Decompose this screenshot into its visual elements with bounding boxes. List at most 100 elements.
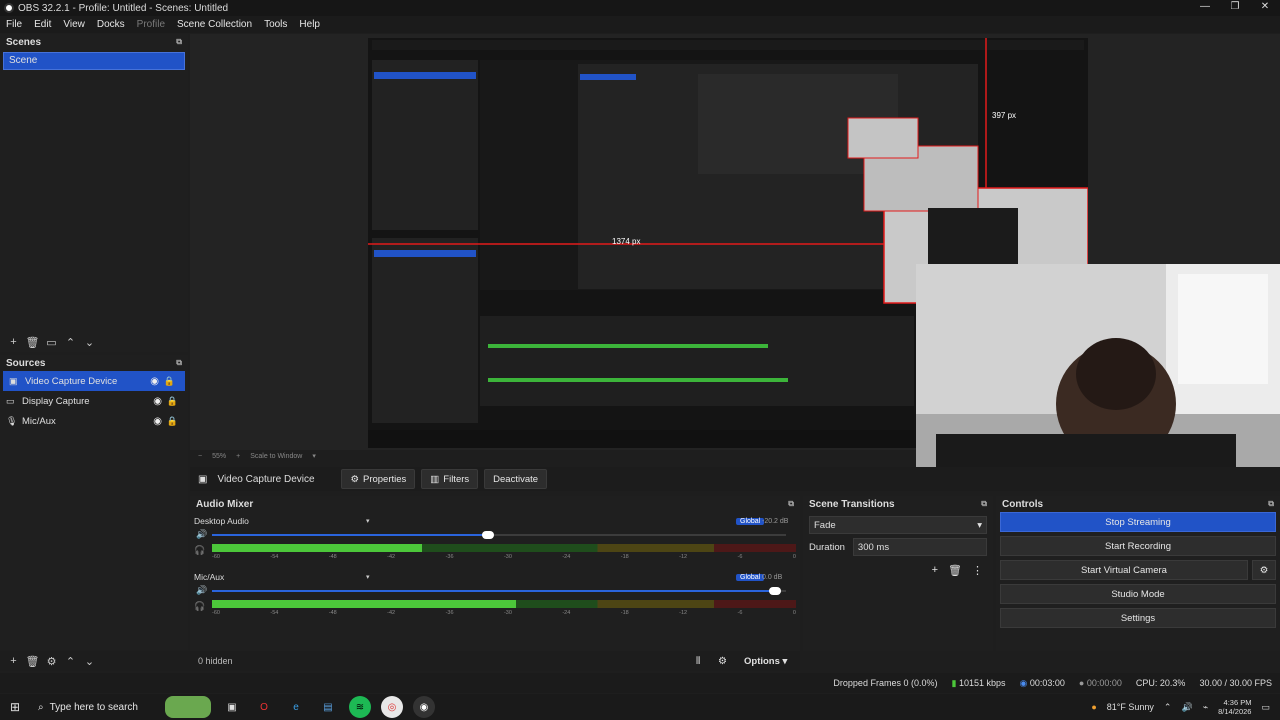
camera-icon: ▣ (198, 473, 208, 485)
gear-icon[interactable]: ⚙ (1252, 560, 1276, 580)
global-badge[interactable]: Global (736, 517, 765, 525)
spotify-icon[interactable]: ≋ (349, 696, 371, 718)
scenes-header: Scenes ⧉ (0, 34, 188, 50)
source-item-display-capture[interactable]: ▭ Display Capture ◉ 🔒 (0, 391, 188, 411)
trash-icon[interactable]: 🗑 (23, 336, 42, 349)
chevron-up-icon[interactable]: ⌃ (1164, 702, 1172, 713)
opera-icon[interactable]: O (253, 696, 275, 718)
source-item-mic-aux[interactable]: 🎙 Mic/Aux ◉ 🔒 (0, 411, 188, 431)
scale-select[interactable]: Scale to Window (250, 453, 302, 460)
deactivate-label: Deactivate (493, 473, 539, 485)
eye-icon[interactable]: ◉ (153, 416, 162, 427)
close-icon[interactable]: ✕ (1250, 0, 1280, 16)
layout-icon[interactable]: ⫴ (696, 656, 700, 667)
signal-icon: ▮ (951, 677, 957, 688)
audio-mixer-dock: Audio Mixer ⧉ Desktop Audio ▾ Global -20.2 … (190, 496, 800, 651)
gear-icon[interactable]: ⚙ (718, 656, 727, 667)
menu-help[interactable]: Help (299, 19, 320, 30)
transition-select[interactable]: Fade ▾ (809, 516, 987, 534)
scene-item[interactable]: Scene (3, 52, 185, 70)
duration-input[interactable]: 300 ms (852, 538, 987, 556)
filters-button[interactable]: ▥ Filters (421, 469, 479, 489)
menu-edit[interactable]: Edit (34, 19, 51, 30)
zoom-in-icon[interactable]: + (236, 453, 240, 460)
menu-tools[interactable]: Tools (264, 19, 287, 30)
float-icon[interactable]: ⧉ (176, 358, 182, 368)
fader-handle[interactable] (481, 531, 494, 539)
chevron-down-icon[interactable]: ▾ (366, 517, 370, 525)
tick-label: -60 (212, 610, 220, 616)
windows-start-icon[interactable]: ⊞ (0, 700, 30, 714)
fader-handle[interactable] (768, 587, 781, 595)
menu-view[interactable]: View (63, 19, 85, 30)
add-icon[interactable]: + (4, 655, 23, 667)
maximize-icon[interactable]: ❐ (1220, 0, 1250, 16)
weather-icon: ● (1091, 702, 1097, 712)
menu-docks[interactable]: Docks (97, 19, 125, 30)
move-down-icon[interactable]: ⌄ (80, 655, 99, 668)
speaker-icon[interactable]: 🔊 (196, 529, 207, 540)
float-icon[interactable]: ⧉ (981, 499, 987, 509)
task-view-icon[interactable]: ▣ (221, 696, 243, 718)
float-icon[interactable]: ⧉ (788, 499, 794, 509)
clock[interactable]: 4:36 PM 8/14/2026 (1218, 698, 1251, 716)
eye-icon[interactable]: ◉ (153, 396, 162, 407)
move-down-icon[interactable]: ⌄ (80, 336, 99, 349)
speaker-icon[interactable]: 🔊 (196, 585, 207, 596)
zoom-out-icon[interactable]: − (198, 453, 202, 460)
mixer-title: Audio Mixer (196, 498, 254, 510)
float-icon[interactable]: ⧉ (176, 37, 182, 47)
studio-mode-button[interactable]: Studio Mode (1000, 584, 1276, 604)
notifications-icon[interactable]: ▭ (1261, 702, 1270, 713)
file-explorer-icon[interactable]: ▤ (317, 696, 339, 718)
source-label: Mic/Aux (22, 415, 56, 427)
stop-streaming-button[interactable]: Stop Streaming (1000, 512, 1276, 532)
options-button[interactable]: Options ▾ (744, 656, 787, 667)
add-icon[interactable]: + (932, 564, 938, 577)
chevron-down-icon[interactable]: ▾ (366, 573, 370, 581)
move-up-icon[interactable]: ⌃ (61, 655, 80, 668)
fader-track[interactable] (212, 531, 786, 539)
volume-icon[interactable]: 🔊 (1181, 702, 1192, 713)
transition-toolbar: + 🗑 ⋮ (803, 564, 983, 577)
deactivate-button[interactable]: Deactivate (484, 469, 548, 489)
start-recording-button[interactable]: Start Recording (1000, 536, 1276, 556)
tick-label: -42 (387, 554, 396, 560)
headphones-icon[interactable]: 🎧 (194, 545, 207, 557)
network-icon[interactable]: ⌁ (1203, 702, 1208, 713)
filter-icon[interactable]: ▭ (42, 336, 61, 349)
fader-track[interactable] (212, 587, 786, 595)
search-highlight-icon[interactable] (165, 696, 211, 718)
headphones-icon[interactable]: 🎧 (194, 601, 207, 613)
title-bar: OBS 32.2.1 - Profile: Untitled - Scenes:… (0, 0, 1280, 16)
measure-label-397: 397 px (992, 111, 1016, 120)
taskbar-search[interactable]: ⌕ Type here to search (30, 694, 160, 720)
eye-icon[interactable]: ◉ (150, 376, 159, 387)
trash-icon[interactable]: 🗑 (948, 564, 962, 577)
start-virtual-camera-button[interactable]: Start Virtual Camera (1000, 560, 1248, 580)
gear-icon[interactable]: ⚙ (42, 655, 61, 668)
trash-icon[interactable]: 🗑 (23, 655, 42, 668)
menu-scene-collection[interactable]: Scene Collection (177, 19, 252, 30)
tick-label: -48 (328, 554, 337, 560)
lock-icon[interactable]: 🔒 (164, 376, 175, 387)
chrome-icon[interactable]: ◎ (381, 696, 403, 718)
minimize-icon[interactable]: — (1190, 0, 1220, 16)
source-item-video-capture[interactable]: ▣ Video Capture Device ◉ 🔒 (3, 371, 185, 391)
float-icon[interactable]: ⧉ (1268, 499, 1274, 509)
settings-button[interactable]: Settings (1000, 608, 1276, 628)
move-up-icon[interactable]: ⌃ (61, 336, 80, 349)
clock-time: 4:36 PM (1223, 698, 1252, 707)
properties-button[interactable]: ⚙ Properties (341, 469, 416, 489)
obs-icon[interactable]: ◉ (413, 696, 435, 718)
scene-transitions-dock: Scene Transitions ⧉ Fade ▾ Duration 300 … (803, 496, 993, 651)
more-icon[interactable]: ⋮ (972, 564, 983, 577)
global-badge[interactable]: Global (736, 573, 765, 581)
edge-icon[interactable]: e (285, 696, 307, 718)
rec-time: 00:00:00 (1086, 678, 1122, 688)
lock-icon[interactable]: 🔒 (167, 396, 178, 407)
menu-file[interactable]: File (6, 19, 22, 30)
add-icon[interactable]: + (4, 336, 23, 348)
chevron-down-icon[interactable]: ▾ (312, 452, 316, 460)
lock-icon[interactable]: 🔒 (167, 416, 178, 427)
